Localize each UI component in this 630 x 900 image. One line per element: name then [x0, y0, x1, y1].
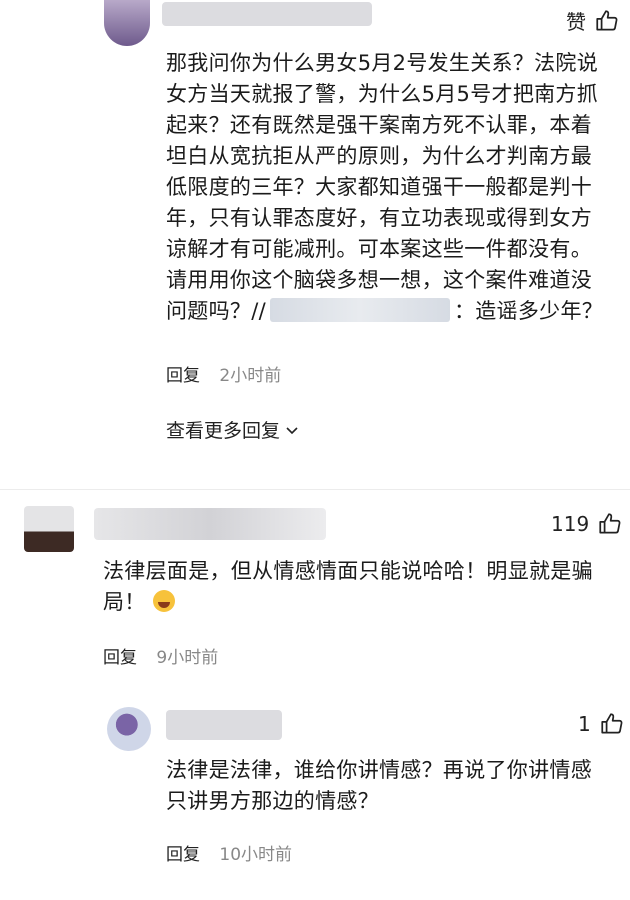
text-line: 谅解才有可能减刑。可本案这些一件都没有。: [166, 237, 592, 261]
reply-button[interactable]: 回复: [166, 366, 200, 386]
username-blurred[interactable]: [162, 2, 372, 26]
text-line-last: 问题吗？// ：造谣多少年？: [166, 296, 616, 327]
like-count: 119: [551, 512, 590, 536]
avatar[interactable]: [24, 506, 74, 552]
thumbs-up-icon: [601, 713, 623, 734]
timestamp: 9小时前: [156, 648, 219, 668]
text-line: 请用用你这个脑袋多想一想，这个案件难道没: [166, 268, 592, 292]
timestamp: 2小时前: [219, 366, 282, 386]
like-button[interactable]: 1: [578, 711, 625, 737]
reply-button[interactable]: 回复: [166, 845, 200, 865]
comment-meta: 回复 2小时前: [166, 361, 281, 386]
view-more-label: 查看更多回复: [166, 420, 281, 442]
text-line: 女方当天就报了警，为什么5月5号才把南方抓: [166, 82, 599, 106]
username-blurred[interactable]: [166, 710, 282, 740]
text-line: 低限度的三年？大家都知道强干一般都是判十: [166, 175, 592, 199]
avatar[interactable]: [107, 707, 151, 751]
comment-text: 那我问你为什么男女5月2号发生关系？法院说 女方当天就报了警，为什么5月5号才把…: [166, 48, 616, 327]
thumbs-up-icon: [596, 9, 618, 31]
text-line: 坦白从宽抗拒从严的原则，为什么才判南方最: [166, 144, 592, 168]
text-line: 法律是法律，谁给你讲情感？再说了你讲情感: [166, 758, 592, 782]
like-button[interactable]: 119: [551, 511, 623, 537]
text-line: 年，只有认罪态度好，有立功表现或得到女方: [166, 206, 592, 230]
view-more-replies[interactable]: 查看更多回复: [166, 416, 300, 443]
timestamp: 10小时前: [219, 845, 293, 865]
text-line: 法律层面是，但从情感情面只能说哈哈！明显就是骗: [103, 559, 593, 583]
chevron-down-icon: [286, 426, 298, 434]
divider: [0, 489, 630, 490]
thumbs-up-icon: [599, 513, 621, 534]
redacted-mention: [269, 298, 450, 322]
text-line: 那我问你为什么男女5月2号发生关系？法院说: [166, 51, 599, 75]
text-suffix: ：造谣多少年？: [453, 299, 604, 323]
comment-meta: 回复 10小时前: [166, 840, 292, 865]
avatar[interactable]: [104, 0, 150, 46]
text-prefix: 问题吗？//: [166, 299, 266, 323]
text-line: 只讲男方那边的情感？: [166, 789, 379, 813]
reply-button[interactable]: 回复: [103, 648, 137, 668]
comment-text: 法律是法律，谁给你讲情感？再说了你讲情感 只讲男方那边的情感？: [166, 755, 616, 817]
text-line: 起来？还有既然是强干案南方死不认罪，本着: [166, 113, 592, 137]
comment-text: 法律层面是，但从情感情面只能说哈哈！明显就是骗 局！: [103, 556, 623, 618]
like-button[interactable]: 赞: [566, 6, 620, 35]
laughing-emoji-icon: [152, 590, 175, 612]
like-count: 1: [578, 712, 591, 736]
comment-meta: 回复 9小时前: [103, 643, 218, 668]
text-end: 局！: [103, 590, 146, 614]
text-line-last: 局！: [103, 587, 623, 618]
username-blurred[interactable]: [94, 508, 326, 540]
like-label: 赞: [566, 10, 586, 34]
